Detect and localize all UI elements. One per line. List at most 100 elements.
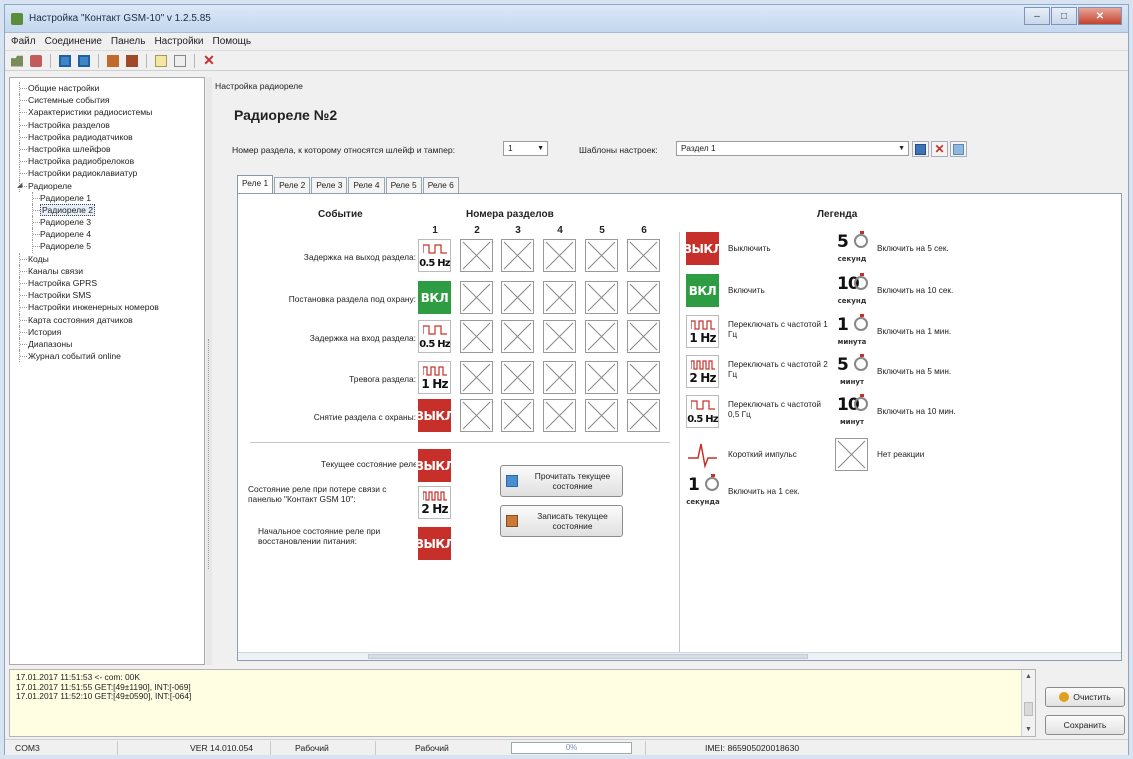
relay-action-cell[interactable]: [543, 399, 576, 432]
tree-item[interactable]: Каналы связи: [10, 264, 204, 277]
save-icon[interactable]: [28, 53, 44, 69]
relay-action-cell[interactable]: [543, 239, 576, 272]
tree-item[interactable]: Настройка радиобрелоков: [10, 155, 204, 168]
open-icon[interactable]: [9, 53, 25, 69]
tree-item[interactable]: Радиореле 5: [10, 240, 204, 253]
read-all-icon[interactable]: [105, 53, 121, 69]
splitter[interactable]: [206, 77, 212, 665]
delete-template-button[interactable]: ✕: [931, 141, 948, 157]
window-title: Настройка "Контакт GSM-10" v 1.2.5.85: [29, 13, 211, 24]
relay-action-cell[interactable]: [543, 320, 576, 353]
relay-action-cell[interactable]: ВЫКЛ: [415, 399, 455, 432]
relay-action-cell[interactable]: [543, 361, 576, 394]
expand-arrow-icon[interactable]: ◢: [17, 180, 22, 192]
legend-text: Переключать с частотой 1 Гц: [728, 320, 828, 339]
templates-select[interactable]: Раздел 1 ▼: [676, 141, 909, 156]
tree-item[interactable]: История: [10, 325, 204, 338]
tree-item[interactable]: Настройка GPRS: [10, 277, 204, 290]
copy-template-button[interactable]: [950, 141, 967, 157]
menu-settings[interactable]: Настройки: [154, 36, 203, 47]
paste-icon[interactable]: [172, 53, 188, 69]
tree-item[interactable]: Диапазоны: [10, 337, 204, 351]
tree-item[interactable]: Настройка шлейфов: [10, 142, 204, 156]
tree-item[interactable]: Настройка разделов: [10, 118, 204, 131]
relay-action-cell[interactable]: [460, 320, 493, 353]
write-all-icon[interactable]: [124, 53, 140, 69]
menu-panel[interactable]: Панель: [111, 36, 146, 47]
horizontal-scrollbar[interactable]: [238, 652, 1121, 660]
section-number-select[interactable]: 1 ▼: [503, 141, 548, 156]
relay-action-cell[interactable]: 0.5 Hz: [418, 239, 451, 272]
read-icon: [506, 475, 518, 487]
off-state-icon: ВЫКЛ: [683, 232, 723, 265]
tree-item[interactable]: Настройки SMS: [10, 289, 204, 302]
read-icon[interactable]: [57, 53, 73, 69]
copy-icon[interactable]: [153, 53, 169, 69]
save-template-button[interactable]: [912, 141, 929, 157]
tree-item[interactable]: ◢ Радиореле: [10, 179, 204, 192]
minimize-button[interactable]: –: [1024, 7, 1050, 25]
close-button[interactable]: ✕: [1078, 7, 1122, 25]
relay-action-cell[interactable]: [543, 281, 576, 314]
tab-relay-6[interactable]: Реле 6: [422, 177, 459, 193]
relay-action-cell[interactable]: [501, 239, 534, 272]
relay-state-value[interactable]: ВЫКЛ: [415, 527, 455, 560]
log-scrollbar[interactable]: ▲ ▼: [1021, 670, 1035, 736]
relay-action-cell[interactable]: [501, 399, 534, 432]
tree-item[interactable]: Настройки инженерных номеров: [10, 301, 204, 314]
legend-item: 5 минут Включить на 5 мин.: [835, 354, 985, 391]
relay-action-cell[interactable]: ВКЛ: [418, 281, 451, 314]
tab-relay-3[interactable]: Реле 3: [311, 177, 348, 193]
relay-action-cell[interactable]: [585, 281, 618, 314]
write-icon[interactable]: [76, 53, 92, 69]
horizontal-divider: [250, 442, 670, 443]
menu-connection[interactable]: Соединение: [45, 36, 102, 47]
relay-state-value[interactable]: ВЫКЛ: [415, 449, 455, 482]
relay-action-cell[interactable]: [585, 399, 618, 432]
tree-item[interactable]: Коды: [10, 252, 204, 265]
relay-action-cell[interactable]: 0.5 Hz: [418, 320, 451, 353]
relay-action-cell[interactable]: [585, 239, 618, 272]
menu-help[interactable]: Помощь: [213, 36, 252, 47]
tree-item[interactable]: Радиореле 3: [10, 216, 204, 229]
relay-action-cell[interactable]: [627, 320, 660, 353]
tree-item[interactable]: Общие настройки: [10, 82, 204, 95]
relay-action-cell[interactable]: [585, 361, 618, 394]
relay-action-cell[interactable]: [627, 361, 660, 394]
relay-action-cell[interactable]: [460, 399, 493, 432]
relay-action-cell[interactable]: [501, 361, 534, 394]
tree-item[interactable]: Радиореле 2: [10, 203, 204, 217]
delete-icon[interactable]: ✕: [201, 52, 217, 69]
section-number-header: 5: [599, 225, 605, 236]
maximize-button[interactable]: □: [1051, 7, 1077, 25]
tree-item[interactable]: Журнал событий online: [10, 350, 204, 363]
menu-file[interactable]: Файл: [11, 36, 36, 47]
tree-item[interactable]: Радиореле 1: [10, 191, 204, 204]
tab-relay-4[interactable]: Реле 4: [348, 177, 385, 193]
relay-action-cell[interactable]: [585, 320, 618, 353]
relay-action-cell[interactable]: [501, 320, 534, 353]
tab-relay-2[interactable]: Реле 2: [274, 177, 311, 193]
relay-state-value[interactable]: 2 Hz: [418, 486, 451, 519]
relay-action-cell[interactable]: [460, 361, 493, 394]
tab-relay-1[interactable]: Реле 1: [237, 175, 274, 193]
tree-item[interactable]: Системные события: [10, 94, 204, 107]
relay-action-cell[interactable]: [460, 239, 493, 272]
tree-item[interactable]: Настройка радиодатчиков: [10, 130, 204, 143]
relay-action-cell[interactable]: 1 Hz: [418, 361, 451, 394]
read-state-label: Прочитать текущее состояние: [534, 471, 611, 491]
clear-log-button[interactable]: Очистить: [1045, 687, 1125, 707]
tree-item[interactable]: Характеристики радиосистемы: [10, 106, 204, 119]
tree-item[interactable]: Радиореле 4: [10, 228, 204, 241]
relay-action-cell[interactable]: [627, 399, 660, 432]
tree-item[interactable]: Карта состояния датчиков: [10, 313, 204, 326]
write-state-button[interactable]: Записать текущее состояние: [500, 505, 623, 537]
tab-relay-5[interactable]: Реле 5: [385, 177, 422, 193]
tree-item[interactable]: Настройки радиоклавиатур: [10, 167, 204, 180]
save-log-button[interactable]: Сохранить: [1045, 715, 1125, 735]
relay-action-cell[interactable]: [460, 281, 493, 314]
relay-action-cell[interactable]: [501, 281, 534, 314]
relay-action-cell[interactable]: [627, 281, 660, 314]
relay-action-cell[interactable]: [627, 239, 660, 272]
read-state-button[interactable]: Прочитать текущее состояние: [500, 465, 623, 497]
